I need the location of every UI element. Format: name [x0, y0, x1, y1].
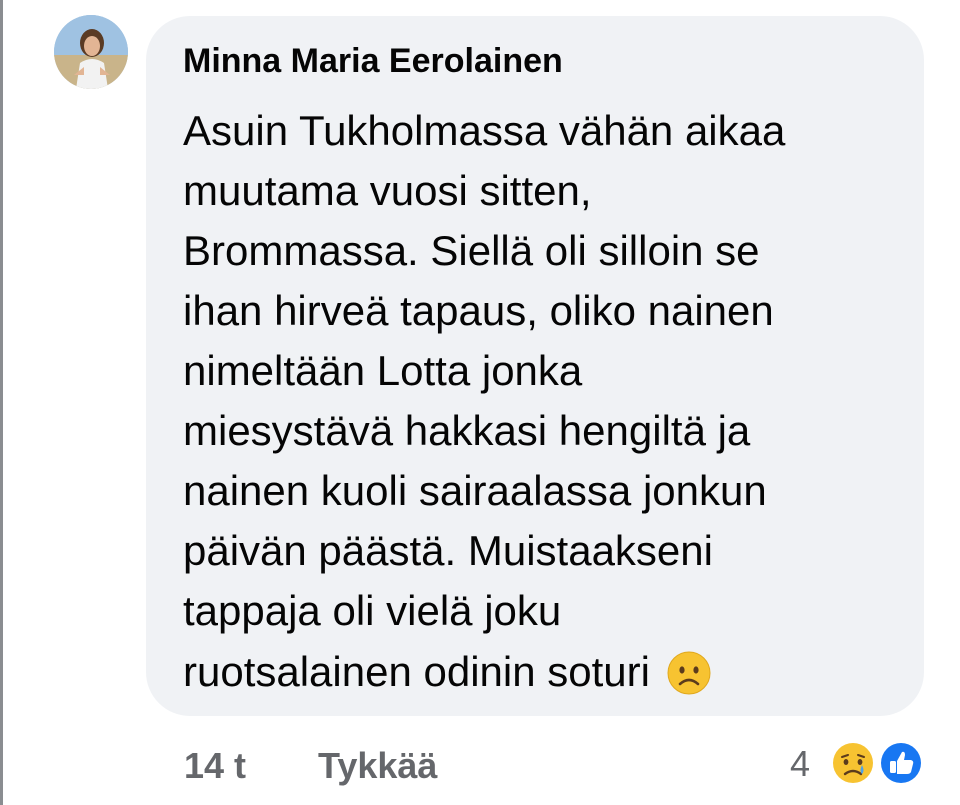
comment-author[interactable]: Minna Maria Eerolainen: [183, 42, 563, 81]
comment-text-line: Asuin Tukholmassa vähän aikaa: [183, 107, 786, 154]
comment-text-line: päivän päästä. Muistaakseni: [183, 527, 713, 574]
avatar[interactable]: [54, 15, 128, 89]
comment-bubble: Minna Maria Eerolainen Asuin Tukholmassa…: [146, 16, 924, 716]
comment-timestamp[interactable]: 14 t: [184, 745, 246, 787]
comment-text-line: Brommassa. Siellä oli silloin se: [183, 227, 760, 274]
window-edge: [0, 0, 3, 805]
comment-text-line: miesystävä hakkasi hengiltä ja: [183, 407, 751, 454]
comment-text-line: ruotsalainen odinin soturi: [183, 648, 650, 695]
comment-text-line: nainen kuoli sairaalassa jonkun: [183, 467, 767, 514]
frowning-face-icon: [666, 650, 712, 703]
comment-text-line: tappaja oli vielä joku: [183, 587, 562, 634]
like-button[interactable]: Tykkää: [318, 745, 437, 787]
comment-text-last-line: ruotsalainen odinin soturi: [183, 650, 712, 703]
comment-text-line: ihan hirveä tapaus, oliko nainen: [183, 287, 774, 334]
like-reaction-icon[interactable]: [876, 738, 926, 793]
reaction-count[interactable]: 4: [790, 743, 810, 785]
sad-reaction-icon[interactable]: [828, 738, 878, 793]
comment-text-line: nimeltään Lotta jonka: [183, 347, 583, 394]
comment-text-line: muutama vuosi sitten,: [183, 167, 592, 214]
